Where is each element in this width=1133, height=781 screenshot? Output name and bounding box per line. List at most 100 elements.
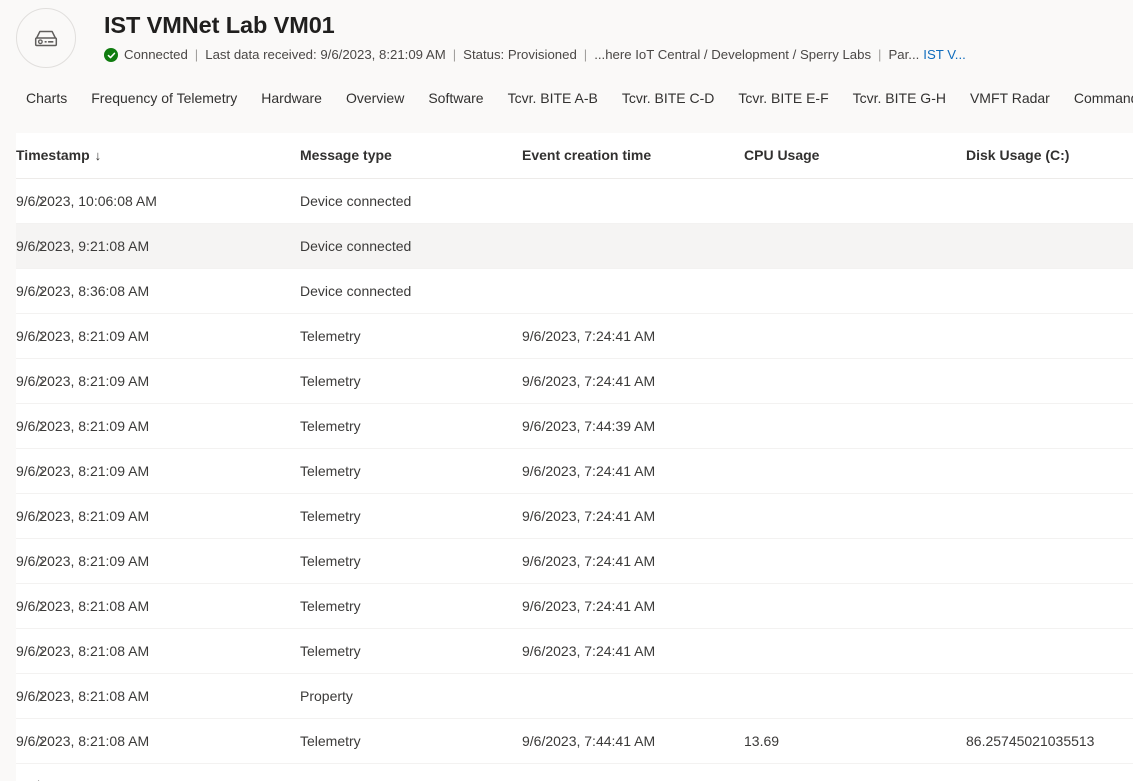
status-separator-4: |: [878, 47, 882, 62]
cell-disk-usage: [966, 583, 1133, 629]
avatar: [16, 8, 76, 68]
raw-data-table: Timestamp ↓ Message type Event creation tim…: [16, 133, 1133, 781]
tab-tcvr-bite-e-f[interactable]: Tcvr. BITE E-F: [726, 85, 840, 122]
tab-overview[interactable]: Overview: [334, 85, 416, 122]
cell-message-type: Device connected: [300, 223, 522, 269]
chevron-right-icon[interactable]: [33, 193, 49, 209]
status-separator-2: |: [452, 47, 457, 62]
cell-event-creation-time: 9/6/2023, 7:44:41 AM: [522, 718, 744, 764]
chevron-right-icon[interactable]: [33, 328, 49, 344]
breadcrumb[interactable]: ...here IoT Central / Development / Sper…: [594, 45, 871, 65]
chevron-right-icon[interactable]: [33, 283, 49, 299]
chevron-right-icon[interactable]: [33, 373, 49, 389]
cell-message-type-text: Device connected: [300, 237, 412, 254]
cell-disk-usage: [966, 538, 1133, 584]
cell-event-creation-time: 9/6/2023, 7:24:41 AM: [522, 628, 744, 674]
tab-hardware[interactable]: Hardware: [249, 85, 334, 122]
chevron-right-icon[interactable]: [33, 508, 49, 524]
cell-timestamp: 9/6/2023, 8:21:08 AM: [16, 673, 300, 719]
column-header-label: Disk Usage (C:): [966, 147, 1070, 164]
cell-disk-usage: [966, 628, 1133, 674]
cell-event-creation-time: 9/6/2023, 7:24:41 AM: [522, 538, 744, 584]
table-row[interactable]: 9/6/2023, 8:21:09 AM Telemetry 9/6/2023, 7…: [16, 403, 1133, 449]
cell-message-type-text: Telemetry: [300, 327, 361, 344]
table-row[interactable]: 9/6/2023, 9:21:08 AM Device connected: [16, 223, 1133, 269]
tab-tcvr-bite-a-b[interactable]: Tcvr. BITE A-B: [496, 85, 610, 122]
table-row[interactable]: 9/6/2023, 8:21:08 AMTelemetry: [16, 763, 1133, 781]
status-separator-3: |: [583, 47, 588, 62]
chevron-right-icon[interactable]: [33, 418, 49, 434]
connection-status: Connected: [124, 47, 188, 62]
tab-frequency-of-telemetry[interactable]: Frequency of Telemetry: [79, 85, 249, 122]
cell-message-type-text: Telemetry: [300, 732, 361, 749]
cell-cpu-usage: 13.69: [744, 718, 966, 764]
table-row[interactable]: 9/6/2023, 8:21:09 AM Telemetry 9/6/2023, 7…: [16, 313, 1133, 359]
cell-event-creation-time: 9/6/2023, 7:24:41 AM: [522, 493, 744, 539]
column-header-timestamp[interactable]: Timestamp ↓: [16, 133, 300, 179]
chevron-right-icon[interactable]: [33, 553, 49, 569]
tab-software[interactable]: Software: [416, 85, 495, 122]
cell-cpu-usage: [744, 178, 966, 224]
cell-event-creation-time-text: 9/6/2023, 7:24:41 AM: [522, 507, 656, 524]
chevron-right-icon[interactable]: [33, 643, 49, 659]
table-row[interactable]: 9/6/2023, 8:21:09 AM Telemetry 9/6/2023, 7…: [16, 493, 1133, 539]
chevron-right-icon[interactable]: [33, 238, 49, 254]
cell-cpu-usage: [744, 223, 966, 269]
device-template-link[interactable]: IST V...: [923, 45, 966, 65]
cell-event-creation-time-text: 9/6/2023, 7:44:41 AM: [522, 732, 656, 749]
cell-timestamp: 9/6/2023, 8:21:09 AM: [16, 313, 300, 359]
column-header-cpu-usage[interactable]: CPU Usage: [744, 133, 966, 179]
cell-cpu-usage: [744, 268, 966, 314]
cell-disk-usage: [966, 313, 1133, 359]
cell-timestamp: 9/6/2023, 8:21:08 AM: [16, 628, 300, 674]
cell-message-type: Telemetry: [300, 493, 522, 539]
table-row[interactable]: 9/6/2023, 8:36:08 AM Device connected: [16, 268, 1133, 314]
tab-tcvr-bite-g-h[interactable]: Tcvr. BITE G-H: [841, 85, 958, 122]
cell-cpu-usage: [744, 313, 966, 359]
table-row[interactable]: 9/6/2023, 8:21:08 AM Telemetry 9/6/2023, 7…: [16, 718, 1133, 764]
chevron-right-icon[interactable]: [33, 598, 49, 614]
column-header-message-type[interactable]: Message type: [300, 133, 522, 179]
cell-timestamp: 9/6/2023, 8:21:08 AM: [16, 763, 300, 781]
cell-disk-usage: [966, 763, 1133, 781]
page-title: IST VMNet Lab VM01: [104, 12, 335, 38]
table-row[interactable]: 9/6/2023, 8:21:08 AM Telemetry 9/6/2023, 7…: [16, 583, 1133, 629]
cell-disk-usage: [966, 403, 1133, 449]
tab-vmft-radar[interactable]: VMFT Radar: [958, 85, 1062, 122]
cell-disk-usage: [966, 358, 1133, 404]
cell-timestamp: 9/6/2023, 9:21:08 AM: [16, 223, 300, 269]
table-row[interactable]: 9/6/2023, 8:21:09 AM Telemetry 9/6/2023, 7…: [16, 538, 1133, 584]
cell-message-type-text: Telemetry: [300, 372, 361, 389]
table-row[interactable]: 9/6/2023, 8:21:08 AM Telemetry 9/6/2023, 7…: [16, 628, 1133, 674]
cell-timestamp: 9/6/2023, 10:06:08 AM: [16, 178, 300, 224]
cell-cpu-usage: [744, 583, 966, 629]
cell-timestamp: 9/6/2023, 8:21:09 AM: [16, 448, 300, 494]
table-row[interactable]: 9/6/2023, 8:21:08 AM Property: [16, 673, 1133, 719]
cell-event-creation-time-text: 9/6/2023, 7:24:41 AM: [522, 462, 656, 479]
chevron-right-icon[interactable]: [33, 463, 49, 479]
cell-message-type-text: Telemetry: [300, 507, 361, 524]
tab-charts[interactable]: Charts: [14, 85, 79, 122]
cell-event-creation-time: 9/6/2023, 7:24:41 AM: [522, 358, 744, 404]
header-text-block: IST VMNet Lab VM01 Connected | Last data…: [0, 0, 1133, 65]
cell-timestamp: 9/6/2023, 8:21:09 AM: [16, 358, 300, 404]
cell-disk-usage: [966, 493, 1133, 539]
cell-cpu-usage: [744, 358, 966, 404]
tab-commands[interactable]: Commands: [1062, 85, 1133, 122]
column-header-disk-usage-c[interactable]: Disk Usage (C:): [966, 133, 1133, 179]
table-row[interactable]: 9/6/2023, 8:21:09 AM Telemetry 9/6/2023, 7…: [16, 448, 1133, 494]
tab-tcvr-bite-c-d[interactable]: Tcvr. BITE C-D: [610, 85, 727, 122]
cell-message-type-text: Telemetry: [300, 597, 361, 614]
chevron-right-icon[interactable]: [33, 733, 49, 749]
cell-message-type: Device connected: [300, 268, 522, 314]
table-row[interactable]: 9/6/2023, 10:06:08 AM Device connected: [16, 178, 1133, 224]
table-row[interactable]: 9/6/2023, 8:21:09 AM Telemetry 9/6/2023, 7…: [16, 358, 1133, 404]
device-status-bar: Connected | Last data received: 9/6/2023…: [104, 45, 1133, 65]
cell-disk-usage-text: 86.25745021035513: [966, 732, 1095, 749]
cell-message-type: Telemetry: [300, 763, 522, 781]
chevron-right-icon[interactable]: [33, 688, 49, 704]
chevron-right-icon[interactable]: [33, 778, 49, 781]
column-header-event-creation-time[interactable]: Event creation time: [522, 133, 744, 179]
cell-timestamp: 9/6/2023, 8:21:08 AM: [16, 718, 300, 764]
cell-message-type-text: Telemetry: [300, 552, 361, 569]
